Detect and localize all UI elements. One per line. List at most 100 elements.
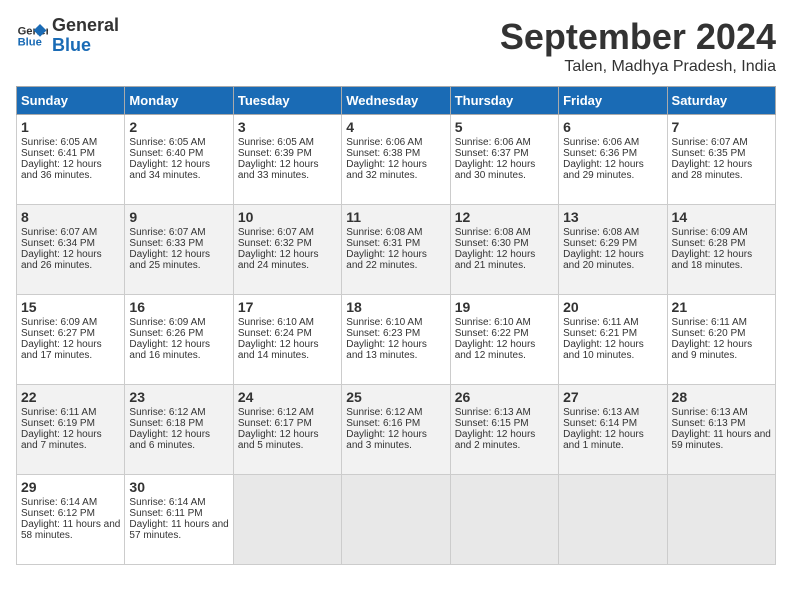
sunset-label: Sunset: 6:40 PM (129, 148, 203, 159)
calendar-cell: 11 Sunrise: 6:08 AM Sunset: 6:31 PM Dayl… (342, 205, 450, 295)
calendar-cell: 13 Sunrise: 6:08 AM Sunset: 6:29 PM Dayl… (559, 205, 667, 295)
calendar-cell: 27 Sunrise: 6:13 AM Sunset: 6:14 PM Dayl… (559, 385, 667, 475)
calendar-cell: 23 Sunrise: 6:12 AM Sunset: 6:18 PM Dayl… (125, 385, 233, 475)
sunrise-label: Sunrise: 6:07 AM (672, 137, 748, 148)
calendar-cell: 15 Sunrise: 6:09 AM Sunset: 6:27 PM Dayl… (17, 295, 125, 385)
sunrise-label: Sunrise: 6:11 AM (563, 317, 638, 328)
calendar-cell: 7 Sunrise: 6:07 AM Sunset: 6:35 PM Dayli… (667, 115, 775, 205)
sunset-label: Sunset: 6:16 PM (346, 418, 420, 429)
day-number: 26 (455, 389, 554, 405)
sunrise-label: Sunrise: 6:08 AM (346, 227, 422, 238)
day-number: 11 (346, 209, 445, 225)
daylight-label: Daylight: 12 hours and 24 minutes. (238, 249, 319, 271)
sunrise-label: Sunrise: 6:08 AM (563, 227, 639, 238)
daylight-label: Daylight: 12 hours and 14 minutes. (238, 339, 319, 361)
day-number: 10 (238, 209, 337, 225)
calendar-cell: 30 Sunrise: 6:14 AM Sunset: 6:11 PM Dayl… (125, 475, 233, 565)
calendar-cell: 18 Sunrise: 6:10 AM Sunset: 6:23 PM Dayl… (342, 295, 450, 385)
calendar-cell: 2 Sunrise: 6:05 AM Sunset: 6:40 PM Dayli… (125, 115, 233, 205)
day-number: 28 (672, 389, 771, 405)
daylight-label: Daylight: 11 hours and 59 minutes. (672, 429, 771, 451)
calendar-cell: 1 Sunrise: 6:05 AM Sunset: 6:41 PM Dayli… (17, 115, 125, 205)
sunset-label: Sunset: 6:36 PM (563, 148, 637, 159)
daylight-label: Daylight: 12 hours and 18 minutes. (672, 249, 753, 271)
calendar-cell: 12 Sunrise: 6:08 AM Sunset: 6:30 PM Dayl… (450, 205, 558, 295)
sunset-label: Sunset: 6:21 PM (563, 328, 637, 339)
daylight-label: Daylight: 12 hours and 22 minutes. (346, 249, 427, 271)
col-thursday: Thursday (450, 87, 558, 115)
daylight-label: Daylight: 12 hours and 25 minutes. (129, 249, 210, 271)
daylight-label: Daylight: 11 hours and 58 minutes. (21, 519, 120, 541)
col-sunday: Sunday (17, 87, 125, 115)
sunset-label: Sunset: 6:35 PM (672, 148, 746, 159)
sunrise-label: Sunrise: 6:14 AM (21, 497, 97, 508)
sunrise-label: Sunrise: 6:06 AM (563, 137, 639, 148)
day-number: 13 (563, 209, 662, 225)
day-number: 22 (21, 389, 120, 405)
sunset-label: Sunset: 6:23 PM (346, 328, 420, 339)
daylight-label: Daylight: 12 hours and 34 minutes. (129, 159, 210, 181)
calendar-cell: 10 Sunrise: 6:07 AM Sunset: 6:32 PM Dayl… (233, 205, 341, 295)
daylight-label: Daylight: 12 hours and 17 minutes. (21, 339, 102, 361)
daylight-label: Daylight: 12 hours and 7 minutes. (21, 429, 102, 451)
sunset-label: Sunset: 6:15 PM (455, 418, 529, 429)
calendar-cell: 29 Sunrise: 6:14 AM Sunset: 6:12 PM Dayl… (17, 475, 125, 565)
day-number: 21 (672, 299, 771, 315)
title-area: September 2024 Talen, Madhya Pradesh, In… (500, 16, 776, 76)
sunset-label: Sunset: 6:29 PM (563, 238, 637, 249)
svg-text:Blue: Blue (18, 36, 42, 48)
sunrise-label: Sunrise: 6:07 AM (238, 227, 314, 238)
daylight-label: Daylight: 12 hours and 29 minutes. (563, 159, 644, 181)
day-number: 18 (346, 299, 445, 315)
sunrise-label: Sunrise: 6:13 AM (672, 407, 748, 418)
day-number: 24 (238, 389, 337, 405)
calendar-week-row: 22 Sunrise: 6:11 AM Sunset: 6:19 PM Dayl… (17, 385, 776, 475)
col-wednesday: Wednesday (342, 87, 450, 115)
day-number: 8 (21, 209, 120, 225)
calendar-cell: 21 Sunrise: 6:11 AM Sunset: 6:20 PM Dayl… (667, 295, 775, 385)
sunset-label: Sunset: 6:32 PM (238, 238, 312, 249)
sunrise-label: Sunrise: 6:11 AM (672, 317, 747, 328)
day-number: 17 (238, 299, 337, 315)
day-number: 16 (129, 299, 228, 315)
daylight-label: Daylight: 12 hours and 36 minutes. (21, 159, 102, 181)
logo-text: General Blue (52, 16, 119, 56)
day-number: 2 (129, 119, 228, 135)
col-monday: Monday (125, 87, 233, 115)
day-number: 1 (21, 119, 120, 135)
day-number: 30 (129, 479, 228, 495)
sunrise-label: Sunrise: 6:13 AM (455, 407, 531, 418)
calendar-cell: 22 Sunrise: 6:11 AM Sunset: 6:19 PM Dayl… (17, 385, 125, 475)
day-number: 5 (455, 119, 554, 135)
sunrise-label: Sunrise: 6:06 AM (346, 137, 422, 148)
day-number: 6 (563, 119, 662, 135)
sunrise-label: Sunrise: 6:10 AM (346, 317, 422, 328)
calendar-cell: 24 Sunrise: 6:12 AM Sunset: 6:17 PM Dayl… (233, 385, 341, 475)
daylight-label: Daylight: 12 hours and 32 minutes. (346, 159, 427, 181)
sunrise-label: Sunrise: 6:06 AM (455, 137, 531, 148)
calendar-table: Sunday Monday Tuesday Wednesday Thursday… (16, 86, 776, 565)
daylight-label: Daylight: 12 hours and 30 minutes. (455, 159, 536, 181)
sunrise-label: Sunrise: 6:14 AM (129, 497, 205, 508)
daylight-label: Daylight: 12 hours and 10 minutes. (563, 339, 644, 361)
col-friday: Friday (559, 87, 667, 115)
calendar-cell: 8 Sunrise: 6:07 AM Sunset: 6:34 PM Dayli… (17, 205, 125, 295)
calendar-week-row: 15 Sunrise: 6:09 AM Sunset: 6:27 PM Dayl… (17, 295, 776, 385)
daylight-label: Daylight: 12 hours and 3 minutes. (346, 429, 427, 451)
calendar-cell: 28 Sunrise: 6:13 AM Sunset: 6:13 PM Dayl… (667, 385, 775, 475)
daylight-label: Daylight: 12 hours and 1 minute. (563, 429, 644, 451)
calendar-cell: 16 Sunrise: 6:09 AM Sunset: 6:26 PM Dayl… (125, 295, 233, 385)
sunset-label: Sunset: 6:18 PM (129, 418, 203, 429)
sunset-label: Sunset: 6:20 PM (672, 328, 746, 339)
sunset-label: Sunset: 6:41 PM (21, 148, 95, 159)
daylight-label: Daylight: 12 hours and 28 minutes. (672, 159, 753, 181)
calendar-week-row: 1 Sunrise: 6:05 AM Sunset: 6:41 PM Dayli… (17, 115, 776, 205)
header-row: Sunday Monday Tuesday Wednesday Thursday… (17, 87, 776, 115)
sunrise-label: Sunrise: 6:09 AM (21, 317, 97, 328)
sunset-label: Sunset: 6:19 PM (21, 418, 95, 429)
day-number: 19 (455, 299, 554, 315)
day-number: 4 (346, 119, 445, 135)
logo-icon: General Blue (16, 20, 48, 52)
daylight-label: Daylight: 12 hours and 12 minutes. (455, 339, 536, 361)
sunrise-label: Sunrise: 6:09 AM (672, 227, 748, 238)
